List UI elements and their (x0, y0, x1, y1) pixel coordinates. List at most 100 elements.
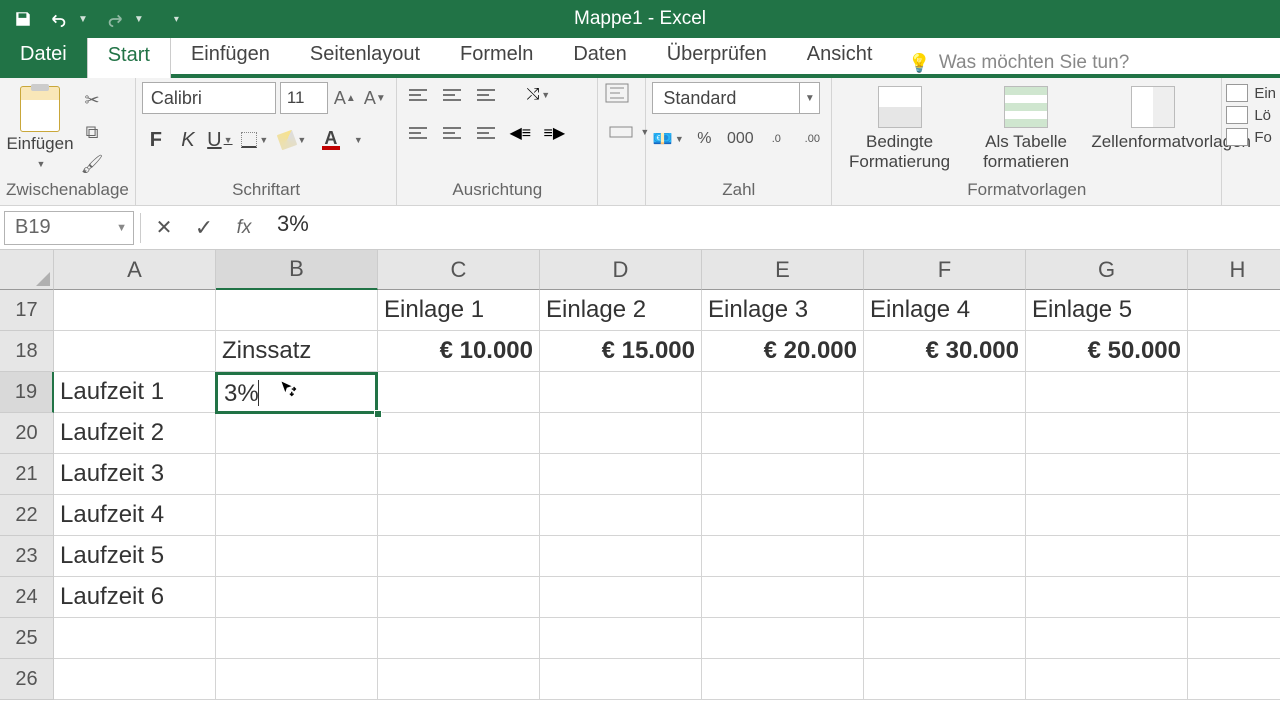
tab-layout[interactable]: Seitenlayout (290, 33, 440, 74)
decrease-decimal-button[interactable]: .00 (796, 126, 828, 152)
cell-H25[interactable] (1188, 618, 1280, 659)
cell-E21[interactable] (702, 454, 864, 495)
cell-F25[interactable] (864, 618, 1026, 659)
cell-G17[interactable]: Einlage 5 (1026, 290, 1188, 331)
align-left-button[interactable] (403, 120, 433, 146)
row-header-24[interactable]: 24 (0, 577, 54, 618)
cell-B24[interactable] (216, 577, 378, 618)
format-cells-button[interactable]: Fo (1226, 128, 1276, 146)
row-header-17[interactable]: 17 (0, 290, 54, 331)
cell-F20[interactable] (864, 413, 1026, 454)
cell-B25[interactable] (216, 618, 378, 659)
cell-G19[interactable] (1026, 372, 1188, 413)
align-top-button[interactable] (403, 82, 433, 108)
tab-data[interactable]: Daten (553, 33, 646, 74)
accounting-format-button[interactable]: 💶▼ (652, 126, 684, 152)
row-header-18[interactable]: 18 (0, 331, 54, 372)
cell-C26[interactable] (378, 659, 540, 700)
insert-cells-button[interactable]: Ein (1226, 84, 1276, 102)
cell-E17[interactable]: Einlage 3 (702, 290, 864, 331)
qat-customize-icon[interactable]: ▾ (174, 14, 179, 25)
col-header-B[interactable]: B (216, 250, 378, 290)
delete-cells-button[interactable]: Lö (1226, 106, 1276, 124)
cell-G23[interactable] (1026, 536, 1188, 577)
col-header-C[interactable]: C (378, 250, 540, 290)
font-name-input[interactable] (142, 82, 276, 114)
row-header-23[interactable]: 23 (0, 536, 54, 577)
format-as-table-button[interactable]: Als Tabelle formatieren (965, 82, 1088, 172)
row-header-26[interactable]: 26 (0, 659, 54, 700)
cell-B20[interactable] (216, 413, 378, 454)
col-header-E[interactable]: E (702, 250, 864, 290)
cell-D21[interactable] (540, 454, 702, 495)
cell-B17[interactable] (216, 290, 378, 331)
cell-E22[interactable] (702, 495, 864, 536)
decrease-font-button[interactable]: A▼ (362, 85, 388, 111)
cell-A19[interactable]: Laufzeit 1 (54, 372, 216, 413)
cut-button[interactable]: ✂ (78, 88, 106, 112)
cell-D18[interactable]: € 15.000 (540, 331, 702, 372)
enter-button[interactable]: ✓ (187, 213, 221, 243)
row-header-21[interactable]: 21 (0, 454, 54, 495)
align-right-button[interactable] (471, 120, 501, 146)
active-cell-edit-value[interactable]: 3% (219, 380, 259, 408)
cell-C18[interactable]: € 10.000 (378, 331, 540, 372)
cell-F23[interactable] (864, 536, 1026, 577)
cell-D26[interactable] (540, 659, 702, 700)
col-header-F[interactable]: F (864, 250, 1026, 290)
bold-button[interactable]: F (142, 126, 170, 154)
increase-indent-button[interactable]: ≡▶ (539, 120, 569, 146)
increase-font-button[interactable]: A▲ (332, 85, 358, 111)
cell-G21[interactable] (1026, 454, 1188, 495)
cell-A17[interactable] (54, 290, 216, 331)
undo-icon[interactable] (50, 10, 68, 28)
tab-home[interactable]: Start (87, 33, 171, 78)
cell-D23[interactable] (540, 536, 702, 577)
cell-A20[interactable]: Laufzeit 2 (54, 413, 216, 454)
cell-A25[interactable] (54, 618, 216, 659)
col-header-H[interactable]: H (1188, 250, 1280, 290)
tab-formulas[interactable]: Formeln (440, 33, 553, 74)
col-header-A[interactable]: A (54, 250, 216, 290)
format-painter-button[interactable]: 🖌 (78, 152, 106, 176)
insert-function-button[interactable]: fx (227, 213, 261, 243)
redo-icon[interactable] (106, 10, 124, 28)
cell-D24[interactable] (540, 577, 702, 618)
paste-dropdown-icon[interactable]: ▼ (37, 159, 46, 169)
cell-E20[interactable] (702, 413, 864, 454)
cell-B26[interactable] (216, 659, 378, 700)
col-header-G[interactable]: G (1026, 250, 1188, 290)
cell-F17[interactable]: Einlage 4 (864, 290, 1026, 331)
cell-E25[interactable] (702, 618, 864, 659)
cell-F26[interactable] (864, 659, 1026, 700)
cell-B22[interactable] (216, 495, 378, 536)
tab-insert[interactable]: Einfügen (171, 33, 290, 74)
fill-color-button[interactable]: ▼ (276, 126, 310, 154)
cell-F21[interactable] (864, 454, 1026, 495)
cell-A24[interactable]: Laufzeit 6 (54, 577, 216, 618)
border-button[interactable]: ▼ (238, 126, 272, 154)
cell-A21[interactable]: Laufzeit 3 (54, 454, 216, 495)
align-middle-button[interactable] (437, 82, 467, 108)
underline-button[interactable]: U▼ (206, 126, 234, 154)
cell-F24[interactable] (864, 577, 1026, 618)
cell-D20[interactable] (540, 413, 702, 454)
cell-D25[interactable] (540, 618, 702, 659)
cell-A23[interactable]: Laufzeit 5 (54, 536, 216, 577)
cell-H21[interactable] (1188, 454, 1280, 495)
cell-F22[interactable] (864, 495, 1026, 536)
cell-A18[interactable] (54, 331, 216, 372)
row-header-19[interactable]: 19 (0, 372, 54, 413)
conditional-formatting-button[interactable]: Bedingte Formatierung (838, 82, 961, 172)
number-format-select[interactable]: Standard ▼ (652, 82, 820, 114)
paste-button[interactable]: Einfügen ▼ (6, 82, 74, 172)
italic-button[interactable]: K (174, 126, 202, 154)
tab-view[interactable]: Ansicht (787, 33, 893, 74)
wrap-text-button[interactable] (604, 82, 636, 108)
cell-B18[interactable]: Zinssatz (216, 331, 378, 372)
cell-C17[interactable]: Einlage 1 (378, 290, 540, 331)
redo-dropdown-icon[interactable]: ▼ (134, 14, 144, 25)
cell-H17[interactable] (1188, 290, 1280, 331)
name-box[interactable]: B19 ▼ (4, 211, 134, 245)
spreadsheet-grid[interactable]: 17 18 19 20 21 22 23 24 25 26 A B C D E … (0, 250, 1280, 700)
